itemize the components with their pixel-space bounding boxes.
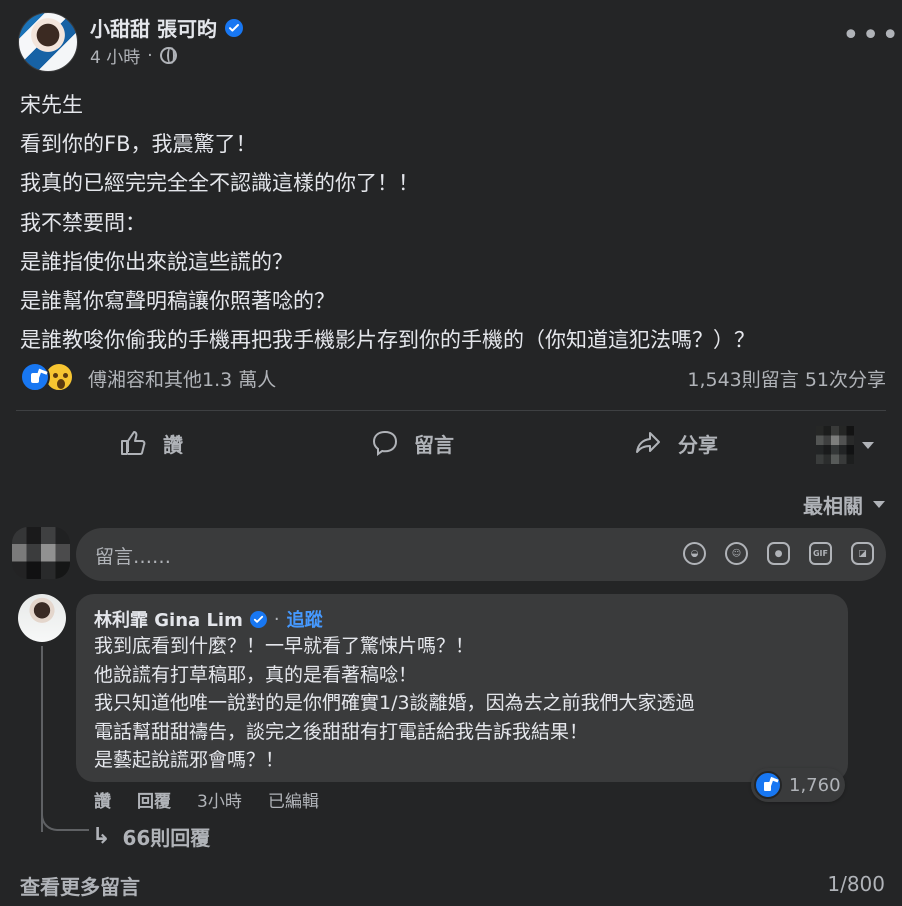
comment-line: 電話幫甜甜禱告，談完之後甜甜有打電話給我告訴我結果！ — [94, 720, 589, 743]
post-meta: 4 小時 · — [90, 43, 177, 68]
comment-label: 留言 — [414, 432, 454, 457]
comment-count[interactable]: 1,543則留言 — [687, 369, 798, 391]
sticker-icon[interactable]: ◒ — [683, 542, 706, 565]
post-line: 宋先生 — [20, 93, 83, 117]
comment-button[interactable]: 留言 — [371, 424, 454, 462]
like-label: 讚 — [163, 432, 183, 457]
reply-arrow-icon: ↳ — [92, 824, 111, 849]
comment-line: 我到底看到什麼？！一早就看了驚悚片嗎？！ — [94, 635, 475, 657]
comment-line: 他說謊有打草稿耶，真的是看著稿唸！ — [94, 663, 418, 686]
audience-selector[interactable] — [816, 426, 874, 464]
replies-count: 66則回覆 — [122, 826, 211, 850]
post-action-bar: 讚 留言 分享 — [16, 416, 886, 468]
comment-text: 我到底看到什麼？！一早就看了驚悚片嗎？！ 他說謊有打草稿耶，真的是看著稿唸！ 我… — [94, 632, 829, 775]
follow-link[interactable]: 追蹤 — [287, 606, 323, 632]
avatar-dropdown-icon — [862, 441, 874, 449]
post-header: 小甜甜 張可昀 4 小時 · ••• — [18, 12, 899, 74]
share-icon — [636, 432, 660, 453]
reaction-summary: 傅湘容和其他1.3 萬人 1,543則留言 51次分享 — [20, 362, 886, 396]
dot-separator: · — [273, 608, 280, 630]
post-time[interactable]: 4 小時 — [90, 43, 140, 68]
post-line: 我真的已經完完全全不認識這樣的你了！！ — [20, 171, 419, 196]
comment-reply-button[interactable]: 回覆 — [137, 787, 171, 812]
comment-header: 林利霏 Gina Lim · 追蹤 — [94, 606, 323, 632]
edited-label[interactable]: 已編輯 — [268, 787, 319, 812]
share-label: 分享 — [678, 432, 718, 457]
comment-pagination: 1/800 — [827, 872, 885, 896]
pixelated-avatar — [816, 426, 854, 464]
post-line: 是誰教唆你偷我的手機再把我手機影片存到你的手機的（你知道這犯法嗎？）？ — [20, 328, 755, 353]
comment-item: 林利霏 Gina Lim · 追蹤 我到底看到什麼？！一早就看了驚悚片嗎？！ 他… — [18, 594, 868, 832]
sticker-face-icon[interactable]: ◪ — [851, 542, 874, 565]
like-button[interactable]: 讚 — [118, 424, 183, 462]
more-options-icon[interactable]: ••• — [842, 21, 899, 54]
comment-placeholder: 留言…… — [95, 546, 172, 568]
gif-icon[interactable]: GIF — [809, 542, 832, 565]
comment-actions: 讚 回覆 3小時 已編輯 — [94, 787, 319, 812]
author-row: 小甜甜 張可昀 — [90, 13, 243, 42]
share-count[interactable]: 51次分享 — [805, 369, 886, 391]
emoji-icon[interactable]: ☺ — [725, 542, 748, 565]
comment-reaction-count[interactable]: 1,760 — [751, 768, 845, 802]
comment-line: 我只知道他唯一說對的是你們確實1/3談離婚，因為去之前我們大家透過 — [94, 692, 695, 714]
current-user-avatar — [12, 527, 70, 579]
view-replies-button[interactable]: ↳ 66則回覆 — [92, 822, 210, 851]
share-button[interactable]: 分享 — [633, 424, 718, 462]
comment-icon — [372, 430, 398, 456]
reaction-count[interactable]: 傅湘容和其他1.3 萬人 — [88, 365, 276, 392]
commenter-name[interactable]: 林利霏 Gina Lim — [94, 606, 243, 632]
author-avatar[interactable] — [18, 12, 78, 72]
verified-badge-icon — [224, 18, 243, 37]
comment-line: 是藝起說謊邪會嗎？！ — [94, 749, 285, 771]
comment-time[interactable]: 3小時 — [197, 787, 242, 812]
globe-icon[interactable] — [159, 47, 177, 64]
like-reaction-icon[interactable] — [20, 362, 50, 392]
comment-bubble: 林利霏 Gina Lim · 追蹤 我到底看到什麼？！一早就看了驚悚片嗎？！ 他… — [76, 594, 848, 782]
sort-chevron-icon — [873, 501, 885, 508]
author-name[interactable]: 小甜甜 張可昀 — [90, 13, 217, 42]
post-line: 我不禁要問： — [20, 210, 146, 235]
thread-curve — [41, 799, 89, 831]
camera-icon[interactable]: ● — [767, 542, 790, 565]
thumb-up-icon — [121, 431, 146, 455]
commenter-avatar[interactable] — [18, 594, 66, 642]
post-line: 是誰幫你寫聲明稿讓你照著唸的？ — [20, 289, 335, 314]
view-more-comments-link[interactable]: 查看更多留言 — [20, 871, 140, 900]
post-body: 宋先生 看到你的FB，我震驚了！ 我真的已經完完全全不認識這樣的你了！！ 我不禁… — [20, 86, 880, 360]
comment-sort[interactable]: 最相關 — [803, 490, 885, 519]
verified-badge-icon — [249, 610, 267, 628]
divider — [16, 410, 886, 411]
sort-label: 最相關 — [803, 494, 863, 518]
comment-reaction-number: 1,760 — [789, 774, 841, 796]
comment-tools: ◒ ☺ ● GIF ◪ — [683, 542, 874, 565]
post-line: 是誰指使你出來說這些謊的？ — [20, 249, 293, 274]
post-line: 看到你的FB，我震驚了！ — [20, 132, 257, 157]
comment-input[interactable]: 留言…… ◒ ☺ ● GIF ◪ — [76, 528, 886, 581]
comment-like-button[interactable]: 讚 — [94, 787, 111, 812]
like-reaction-icon — [754, 771, 782, 799]
post-stats: 1,543則留言 51次分享 — [687, 365, 886, 392]
meta-separator: · — [147, 45, 153, 66]
